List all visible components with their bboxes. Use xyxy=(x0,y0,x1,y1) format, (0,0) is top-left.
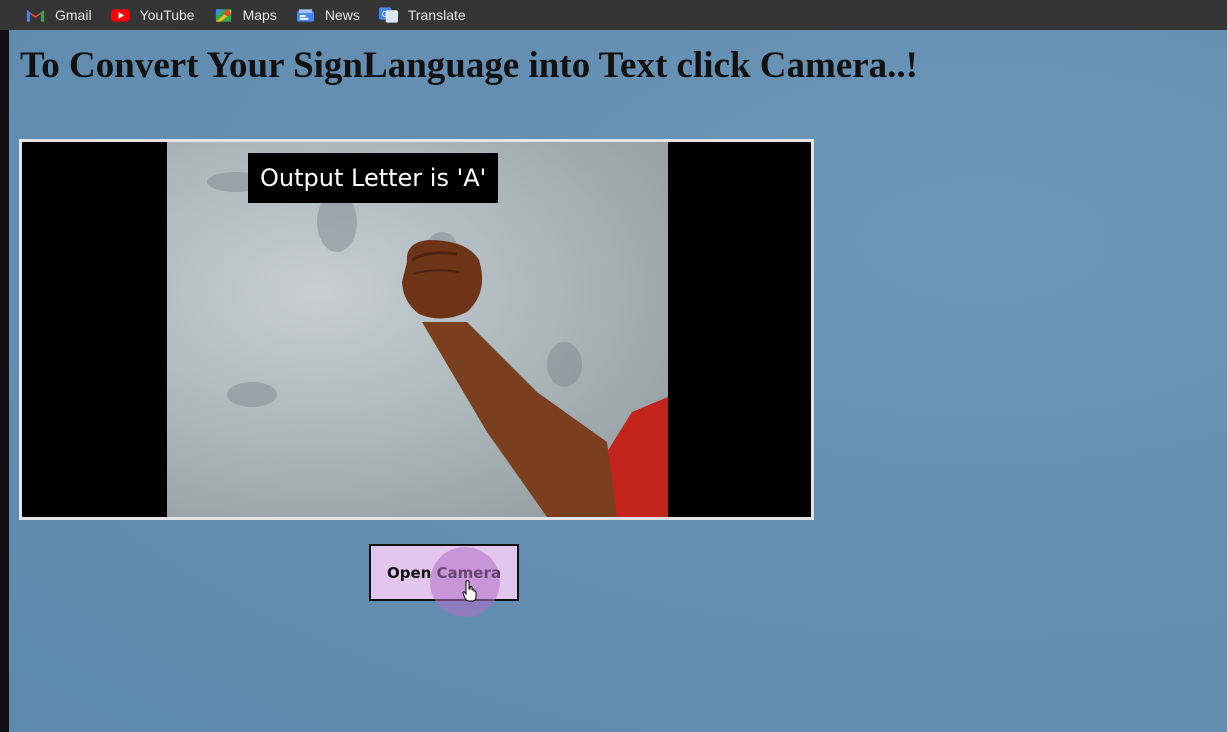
bookmark-gmail[interactable]: Gmail xyxy=(26,7,92,23)
bookmarks-bar: Gmail YouTube Maps News G Translate xyxy=(0,0,1227,30)
video-frame: Output Letter is 'A' xyxy=(19,139,814,520)
bookmark-label: Maps xyxy=(242,7,277,23)
svg-text:G: G xyxy=(382,10,388,19)
page-body: To Convert Your SignLanguage into Text c… xyxy=(9,30,1227,732)
bookmark-youtube[interactable]: YouTube xyxy=(110,7,195,23)
page-title: To Convert Your SignLanguage into Text c… xyxy=(20,45,918,86)
news-icon xyxy=(296,9,314,22)
open-camera-button[interactable]: Open Camera xyxy=(369,544,519,601)
window-edge xyxy=(0,30,9,732)
youtube-icon xyxy=(110,9,130,22)
camera-feed: Output Letter is 'A' xyxy=(167,142,668,517)
maps-icon xyxy=(215,9,231,22)
output-letter-label: Output Letter is 'A' xyxy=(248,153,499,203)
gmail-icon xyxy=(26,10,45,22)
bookmark-maps[interactable]: Maps xyxy=(214,7,277,23)
bookmark-news[interactable]: News xyxy=(296,7,360,23)
hand-cursor-icon xyxy=(462,580,477,602)
bookmark-label: YouTube xyxy=(139,7,195,23)
bookmark-label: Gmail xyxy=(55,7,92,23)
bookmark-translate[interactable]: G Translate xyxy=(378,7,466,23)
bookmark-label: Translate xyxy=(407,7,466,23)
bookmark-label: News xyxy=(324,7,360,23)
translate-icon: G xyxy=(378,7,398,23)
